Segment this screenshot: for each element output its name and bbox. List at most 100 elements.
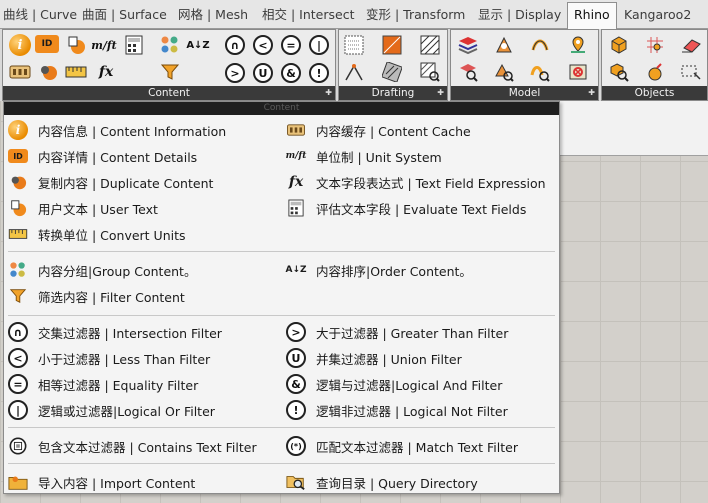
layer-search-icon[interactable] — [457, 61, 479, 83]
menu-item-evaluate-text-fields[interactable]: 评估文本字段 | Evaluate Text Fields — [286, 197, 526, 219]
object-search-icon[interactable] — [608, 61, 630, 83]
menu-item-text-field-expression[interactable]: fx 文本字段表达式 | Text Field Expression — [286, 171, 546, 193]
unit-system-icon[interactable]: m/ft — [91, 34, 117, 56]
greater-than-icon[interactable]: > — [225, 63, 245, 83]
id-tag-icon[interactable]: ID — [35, 35, 59, 53]
eraser-icon[interactable] — [680, 34, 702, 56]
union-icon: U — [286, 348, 306, 368]
and-icon[interactable]: & — [281, 63, 301, 83]
search-folder-icon — [286, 472, 306, 492]
menu-item-filter-content[interactable]: 筛选内容 | Filter Content — [8, 285, 185, 307]
menu-item-less-than-filter[interactable]: < 小于过滤器 | Less Than Filter — [8, 347, 210, 369]
menu-item-query-directory[interactable]: 查询目录 | Query Directory — [286, 471, 478, 493]
tab-surface[interactable]: 曲面 | Surface — [79, 5, 170, 25]
location-pin-icon[interactable] — [567, 34, 589, 56]
cache-icon — [286, 120, 306, 140]
menu-item-label: 内容缓存 | Content Cache — [316, 123, 471, 139]
tab-rhino[interactable]: Rhino — [567, 2, 617, 29]
menu-item-label: 相等过滤器 | Equality Filter — [38, 377, 199, 393]
objects-group-label[interactable]: Objects — [602, 86, 707, 100]
menu-item-label: 逻辑或过滤器|Logical Or Filter — [38, 403, 215, 419]
menu-item-content-cache[interactable]: 内容缓存 | Content Cache — [286, 119, 471, 141]
menu-item-unit-system[interactable]: m/ft 单位制 | Unit System — [286, 145, 442, 167]
linetype-search-icon[interactable] — [529, 61, 551, 83]
menu-item-logical-and-filter[interactable]: & 逻辑与过滤器|Logical And Filter — [286, 373, 502, 395]
duplicate-icon[interactable] — [37, 61, 59, 83]
ruler-icon[interactable] — [65, 61, 87, 83]
intersection-icon: ∩ — [8, 322, 28, 342]
info-icon: i — [8, 120, 28, 140]
dimension-icon[interactable] — [343, 61, 365, 83]
cache-icon[interactable] — [9, 61, 31, 83]
intersection-icon[interactable]: ∩ — [225, 35, 245, 55]
menu-item-union-filter[interactable]: U 并集过滤器 | Union Filter — [286, 347, 462, 369]
tab-mesh[interactable]: 网格 | Mesh — [175, 5, 251, 25]
menu-item-label: 转换单位 | Convert Units — [38, 227, 186, 243]
drafting-group-label[interactable]: Drafting ✚ — [339, 86, 447, 100]
sort-icon[interactable]: A↓Z — [186, 34, 209, 56]
menu-item-group-content[interactable]: 内容分组|Group Content。 — [8, 259, 196, 281]
material-icon[interactable] — [493, 34, 515, 56]
user-text-icon — [8, 198, 28, 218]
menu-item-user-text[interactable]: 用户文本 | User Text — [8, 197, 158, 219]
menu-item-convert-units[interactable]: 转换单位 | Convert Units — [8, 223, 186, 245]
user-text-icon[interactable] — [65, 34, 87, 56]
menu-item-duplicate-content[interactable]: 复制内容 | Duplicate Content — [8, 171, 213, 193]
menu-item-label: 小于过滤器 | Less Than Filter — [38, 351, 211, 367]
menu-item-content-information[interactable]: i 内容信息 | Content Information — [8, 119, 226, 141]
hatch-icon[interactable] — [419, 34, 441, 56]
tab-transform[interactable]: 变形 | Transform — [363, 5, 468, 25]
material-search-icon[interactable] — [493, 61, 515, 83]
equal-icon: = — [8, 374, 28, 394]
grid-point-icon[interactable] — [644, 34, 666, 56]
not-icon[interactable]: ! — [309, 63, 329, 83]
ribbon: i ID m/ft A↓Z ∩ < = | fx > U & ! Content… — [0, 29, 708, 101]
menu-item-label: 复制内容 | Duplicate Content — [38, 175, 214, 191]
objects-group: Objects — [601, 29, 708, 101]
cube-icon[interactable] — [608, 34, 630, 56]
menu-item-contains-text-filter[interactable]: 包含文本过滤器 | Contains Text Filter — [8, 435, 257, 457]
menu-item-logical-not-filter[interactable]: ! 逻辑非过滤器 | Logical Not Filter — [286, 399, 508, 421]
selection-icon[interactable] — [680, 61, 702, 83]
hatch-tool-icon[interactable] — [381, 61, 403, 83]
menu-item-logical-or-filter[interactable]: | 逻辑或过滤器|Logical Or Filter — [8, 399, 215, 421]
less-than-icon[interactable]: < — [253, 35, 273, 55]
tab-kangaroo2[interactable]: Kangaroo2 — [621, 5, 694, 25]
menu-item-order-content[interactable]: A↓Z 内容排序|Order Content。 — [285, 259, 472, 281]
sphere-icon[interactable] — [644, 61, 666, 83]
canvas-toolbar-strip — [560, 101, 708, 156]
info-icon[interactable]: i — [9, 34, 31, 56]
menu-item-intersection-filter[interactable]: ∩ 交集过滤器 | Intersection Filter — [8, 321, 222, 343]
menu-item-match-text-filter[interactable]: (*) 匹配文本过滤器 | Match Text Filter — [286, 435, 518, 457]
map-location-icon[interactable] — [567, 61, 589, 83]
menu-item-label: 筛选内容 | Filter Content — [38, 289, 185, 305]
menu-item-label: 评估文本字段 | Evaluate Text Fields — [316, 201, 527, 217]
equal-icon[interactable]: = — [281, 35, 301, 55]
or-icon[interactable]: | — [309, 35, 329, 55]
dotted-grid-icon[interactable] — [343, 34, 365, 56]
contains-text-icon — [8, 436, 28, 456]
menu-item-label: 内容排序|Order Content。 — [316, 263, 472, 279]
tab-curve[interactable]: 曲线 | Curve — [0, 5, 80, 25]
funnel-icon — [8, 286, 28, 306]
tab-display[interactable]: 显示 | Display — [475, 5, 564, 25]
group-icon[interactable] — [159, 34, 181, 56]
funnel-icon[interactable] — [159, 61, 181, 83]
content-group-label[interactable]: Content ✚ — [3, 86, 335, 100]
menu-item-import-content[interactable]: 导入内容 | Import Content — [8, 471, 195, 493]
tab-intersect[interactable]: 相交 | Intersect — [259, 5, 357, 25]
orange-square-icon[interactable] — [381, 34, 403, 56]
or-icon: | — [8, 400, 28, 420]
layer-stack-icon[interactable] — [457, 34, 479, 56]
less-than-icon: < — [8, 348, 28, 368]
linetype-icon[interactable] — [529, 34, 551, 56]
menu-item-greater-than-filter[interactable]: > 大于过滤器 | Greater Than Filter — [286, 321, 508, 343]
union-icon[interactable]: U — [253, 63, 273, 83]
menu-item-equality-filter[interactable]: = 相等过滤器 | Equality Filter — [8, 373, 198, 395]
hatch-search-icon[interactable] — [419, 61, 441, 83]
greater-than-icon: > — [286, 322, 306, 342]
menu-item-content-details[interactable]: ID 内容详情 | Content Details — [8, 145, 197, 167]
calculator-icon[interactable] — [123, 34, 145, 56]
model-group-label[interactable]: Model ✚ — [451, 86, 598, 100]
fx-icon[interactable]: fx — [95, 61, 117, 83]
